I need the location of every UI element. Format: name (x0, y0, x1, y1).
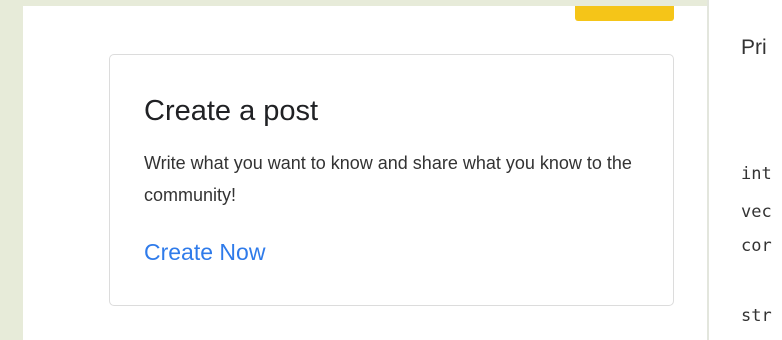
main-panel: Create a post Write what you want to kno… (23, 6, 707, 340)
code-line: vec (741, 202, 772, 222)
create-now-link[interactable]: Create Now (144, 239, 265, 266)
create-post-card: Create a post Write what you want to kno… (109, 54, 674, 306)
top-action-button[interactable] (575, 6, 674, 21)
card-title: Create a post (144, 95, 319, 127)
side-panel-heading: Pri (741, 36, 767, 59)
side-panel: Pri int vec cor str (709, 0, 782, 340)
code-line: int (741, 164, 772, 184)
code-line: str (741, 306, 772, 326)
card-description: Write what you want to know and share wh… (144, 153, 632, 205)
code-line: cor (741, 236, 772, 256)
